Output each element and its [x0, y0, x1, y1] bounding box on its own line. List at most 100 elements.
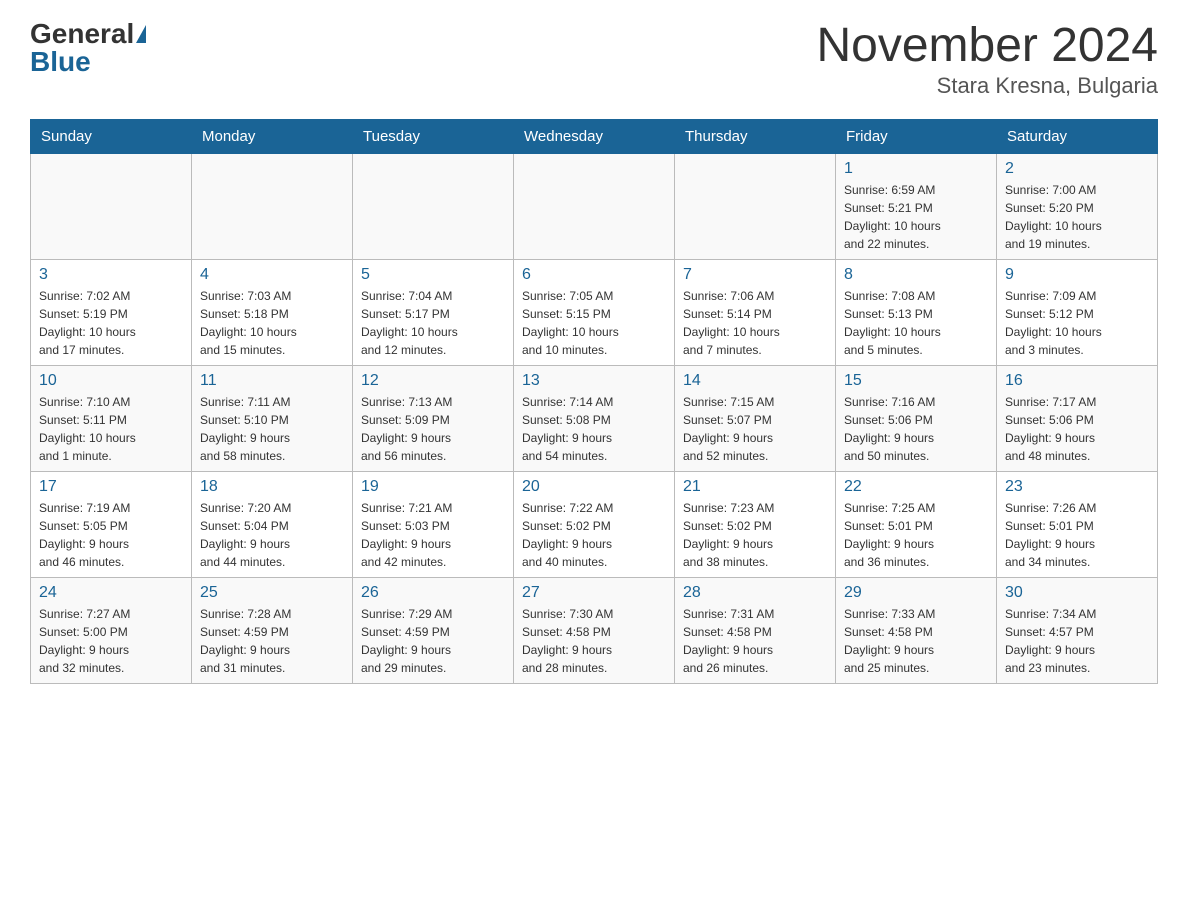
header-monday: Monday [192, 119, 353, 153]
day-number: 10 [39, 372, 183, 390]
day-info: Sunrise: 7:17 AM Sunset: 5:06 PM Dayligh… [1005, 393, 1149, 465]
table-row: 6 Sunrise: 7:05 AM Sunset: 5:15 PM Daylig… [514, 259, 675, 365]
day-info: Sunrise: 7:02 AM Sunset: 5:19 PM Dayligh… [39, 287, 183, 359]
day-number: 1 [844, 160, 988, 178]
day-info: Sunrise: 7:05 AM Sunset: 5:15 PM Dayligh… [522, 287, 666, 359]
day-info: Sunrise: 7:08 AM Sunset: 5:13 PM Dayligh… [844, 287, 988, 359]
day-number: 27 [522, 584, 666, 602]
day-info: Sunrise: 7:00 AM Sunset: 5:20 PM Dayligh… [1005, 181, 1149, 253]
title-block: November 2024 Stara Kresna, Bulgaria [816, 20, 1158, 99]
header-saturday: Saturday [997, 119, 1158, 153]
table-row: 13Sunrise: 7:14 AM Sunset: 5:08 PM Dayli… [514, 365, 675, 471]
header-friday: Friday [836, 119, 997, 153]
day-number: 15 [844, 372, 988, 390]
day-info: Sunrise: 7:30 AM Sunset: 4:58 PM Dayligh… [522, 605, 666, 677]
table-row: 7 Sunrise: 7:06 AM Sunset: 5:14 PM Daylig… [675, 259, 836, 365]
table-row: 15Sunrise: 7:16 AM Sunset: 5:06 PM Dayli… [836, 365, 997, 471]
calendar-week-row: 10 Sunrise: 7:10 AM Sunset: 5:11 PM Dayli… [31, 365, 1158, 471]
day-info: Sunrise: 7:19 AM Sunset: 5:05 PM Dayligh… [39, 499, 183, 571]
weekday-header-row: Sunday Monday Tuesday Wednesday Thursday… [31, 119, 1158, 153]
table-row: 3 Sunrise: 7:02 AM Sunset: 5:19 PM Daylig… [31, 259, 192, 365]
table-row: 12 Sunrise: 7:13 AM Sunset: 5:09 PM Dayli… [353, 365, 514, 471]
day-info: Sunrise: 7:20 AM Sunset: 5:04 PM Dayligh… [200, 499, 344, 571]
day-number: 30 [1005, 584, 1149, 602]
day-number: 6 [522, 266, 666, 284]
table-row: 24 Sunrise: 7:27 AM Sunset: 5:00 PM Dayli… [31, 577, 192, 683]
day-info: Sunrise: 7:21 AM Sunset: 5:03 PM Dayligh… [361, 499, 505, 571]
day-number: 12 [361, 372, 505, 390]
table-row: 10 Sunrise: 7:10 AM Sunset: 5:11 PM Dayli… [31, 365, 192, 471]
day-info: Sunrise: 7:03 AM Sunset: 5:18 PM Dayligh… [200, 287, 344, 359]
header-tuesday: Tuesday [353, 119, 514, 153]
day-number: 25 [200, 584, 344, 602]
day-number: 16 [1005, 372, 1149, 390]
table-row [353, 153, 514, 259]
logo-triangle-icon [136, 25, 146, 43]
day-info: Sunrise: 7:25 AM Sunset: 5:01 PM Dayligh… [844, 499, 988, 571]
calendar-week-row: 1Sunrise: 6:59 AM Sunset: 5:21 PM Daylig… [31, 153, 1158, 259]
table-row [31, 153, 192, 259]
day-info: Sunrise: 7:28 AM Sunset: 4:59 PM Dayligh… [200, 605, 344, 677]
table-row: 9 Sunrise: 7:09 AM Sunset: 5:12 PM Daylig… [997, 259, 1158, 365]
day-info: Sunrise: 7:04 AM Sunset: 5:17 PM Dayligh… [361, 287, 505, 359]
table-row [675, 153, 836, 259]
table-row: 5 Sunrise: 7:04 AM Sunset: 5:17 PM Daylig… [353, 259, 514, 365]
calendar-week-row: 3 Sunrise: 7:02 AM Sunset: 5:19 PM Daylig… [31, 259, 1158, 365]
table-row: 28 Sunrise: 7:31 AM Sunset: 4:58 PM Dayli… [675, 577, 836, 683]
table-row: 27 Sunrise: 7:30 AM Sunset: 4:58 PM Dayli… [514, 577, 675, 683]
calendar-week-row: 24 Sunrise: 7:27 AM Sunset: 5:00 PM Dayli… [31, 577, 1158, 683]
day-number: 11 [200, 372, 344, 390]
logo-general: General [30, 20, 134, 48]
day-number: 9 [1005, 266, 1149, 284]
day-info: Sunrise: 7:13 AM Sunset: 5:09 PM Dayligh… [361, 393, 505, 465]
day-info: Sunrise: 7:27 AM Sunset: 5:00 PM Dayligh… [39, 605, 183, 677]
day-info: Sunrise: 7:14 AM Sunset: 5:08 PM Dayligh… [522, 393, 666, 465]
day-number: 5 [361, 266, 505, 284]
day-info: Sunrise: 7:26 AM Sunset: 5:01 PM Dayligh… [1005, 499, 1149, 571]
table-row: 25 Sunrise: 7:28 AM Sunset: 4:59 PM Dayli… [192, 577, 353, 683]
table-row: 19 Sunrise: 7:21 AM Sunset: 5:03 PM Dayli… [353, 471, 514, 577]
table-row: 16 Sunrise: 7:17 AM Sunset: 5:06 PM Dayli… [997, 365, 1158, 471]
day-number: 26 [361, 584, 505, 602]
table-row [514, 153, 675, 259]
day-info: Sunrise: 7:11 AM Sunset: 5:10 PM Dayligh… [200, 393, 344, 465]
table-row: 8 Sunrise: 7:08 AM Sunset: 5:13 PM Daylig… [836, 259, 997, 365]
day-number: 23 [1005, 478, 1149, 496]
calendar-table: Sunday Monday Tuesday Wednesday Thursday… [30, 119, 1158, 684]
day-number: 2 [1005, 160, 1149, 178]
day-number: 22 [844, 478, 988, 496]
table-row: 22 Sunrise: 7:25 AM Sunset: 5:01 PM Dayli… [836, 471, 997, 577]
header-wednesday: Wednesday [514, 119, 675, 153]
logo-blue: Blue [30, 48, 91, 76]
day-info: Sunrise: 7:15 AM Sunset: 5:07 PM Dayligh… [683, 393, 827, 465]
day-info: Sunrise: 7:09 AM Sunset: 5:12 PM Dayligh… [1005, 287, 1149, 359]
calendar-subtitle: Stara Kresna, Bulgaria [816, 73, 1158, 99]
table-row: 4 Sunrise: 7:03 AM Sunset: 5:18 PM Daylig… [192, 259, 353, 365]
day-number: 17 [39, 478, 183, 496]
day-number: 8 [844, 266, 988, 284]
day-info: Sunrise: 7:10 AM Sunset: 5:11 PM Dayligh… [39, 393, 183, 465]
day-number: 7 [683, 266, 827, 284]
day-number: 4 [200, 266, 344, 284]
day-number: 19 [361, 478, 505, 496]
day-info: Sunrise: 7:23 AM Sunset: 5:02 PM Dayligh… [683, 499, 827, 571]
day-number: 24 [39, 584, 183, 602]
day-info: Sunrise: 7:33 AM Sunset: 4:58 PM Dayligh… [844, 605, 988, 677]
table-row: 17 Sunrise: 7:19 AM Sunset: 5:05 PM Dayli… [31, 471, 192, 577]
table-row: 11 Sunrise: 7:11 AM Sunset: 5:10 PM Dayli… [192, 365, 353, 471]
day-info: Sunrise: 7:22 AM Sunset: 5:02 PM Dayligh… [522, 499, 666, 571]
day-number: 18 [200, 478, 344, 496]
table-row: 29 Sunrise: 7:33 AM Sunset: 4:58 PM Dayli… [836, 577, 997, 683]
day-number: 20 [522, 478, 666, 496]
day-number: 28 [683, 584, 827, 602]
table-row: 30Sunrise: 7:34 AM Sunset: 4:57 PM Dayli… [997, 577, 1158, 683]
table-row: 23 Sunrise: 7:26 AM Sunset: 5:01 PM Dayli… [997, 471, 1158, 577]
day-info: Sunrise: 7:29 AM Sunset: 4:59 PM Dayligh… [361, 605, 505, 677]
day-info: Sunrise: 7:06 AM Sunset: 5:14 PM Dayligh… [683, 287, 827, 359]
day-number: 3 [39, 266, 183, 284]
table-row: 20 Sunrise: 7:22 AM Sunset: 5:02 PM Dayli… [514, 471, 675, 577]
day-info: Sunrise: 7:31 AM Sunset: 4:58 PM Dayligh… [683, 605, 827, 677]
day-number: 21 [683, 478, 827, 496]
table-row: 2 Sunrise: 7:00 AM Sunset: 5:20 PM Daylig… [997, 153, 1158, 259]
day-number: 29 [844, 584, 988, 602]
